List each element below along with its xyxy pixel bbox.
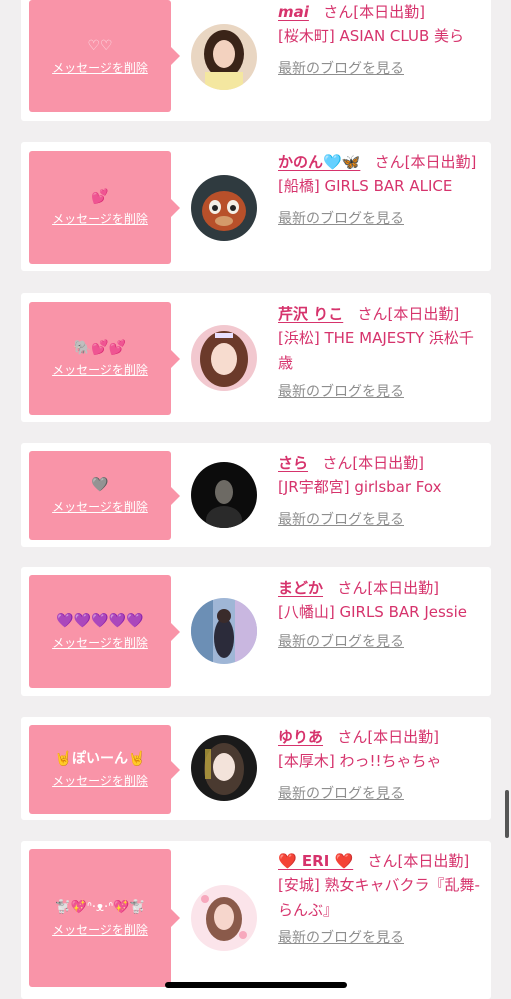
latest-blog-link[interactable]: 最新のブログを見る: [278, 927, 488, 947]
shop-name: [本厚木] わっ!!ちゃちゃ: [278, 752, 442, 770]
avatar-image: [191, 24, 257, 90]
avatar[interactable]: [191, 24, 257, 90]
latest-blog-link[interactable]: 最新のブログを見る: [278, 509, 488, 529]
delete-message-link[interactable]: メッセージを削除: [52, 921, 148, 938]
message-text: 🤘ぽいーん🤘: [54, 751, 146, 767]
shop-name: [桜木町] ASIAN CLUB 美ら: [278, 27, 465, 45]
attendance-status: さん[本日出勤]: [357, 305, 460, 323]
card-info: mai さん[本日出勤] [桜木町] ASIAN CLUB 美ら 最新のブログを…: [278, 0, 488, 78]
avatar[interactable]: [191, 325, 257, 391]
message-bubble: 🩶 メッセージを削除: [29, 451, 180, 540]
attendance-status: さん[本日出勤]: [337, 728, 440, 746]
message-text: ♡♡: [87, 37, 113, 54]
message-text: 💜💜💜💜💜: [56, 613, 144, 629]
avatar-image: [191, 735, 257, 801]
card-info: 芹沢 りこ さん[本日出勤] [浜松] THE MAJESTY 浜松千歳 最新の…: [278, 302, 488, 401]
home-indicator[interactable]: [165, 982, 347, 988]
avatar-image: [191, 462, 257, 528]
girl-name-link[interactable]: かのん🩵🦋: [278, 153, 360, 171]
avatar-image: [191, 598, 257, 664]
avatar-image: [191, 175, 257, 241]
attendance-status: さん[本日出勤]: [322, 454, 425, 472]
message-text: 💕: [91, 189, 109, 205]
card-info: ゆりあ さん[本日出勤] [本厚木] わっ!!ちゃちゃ 最新のブログを見る: [278, 725, 488, 803]
girl-name-link[interactable]: 芹沢 りこ: [278, 305, 343, 323]
message-bubble: ♡♡ メッセージを削除: [29, 0, 180, 112]
avatar[interactable]: [191, 462, 257, 528]
message-card: 🩶 メッセージを削除 さら さん[本日出勤] [JR宇都宮] girlsbar …: [21, 443, 491, 547]
message-card: 🤘ぽいーん🤘 メッセージを削除 ゆりあ さん[本日出勤] [本厚木] わっ!!ち…: [21, 717, 491, 820]
delete-message-link[interactable]: メッセージを削除: [52, 498, 148, 515]
avatar-image: [191, 325, 257, 391]
girl-name-link[interactable]: さら: [278, 454, 308, 472]
card-info: かのん🩵🦋 さん[本日出勤] [船橋] GIRLS BAR ALICE 最新のブ…: [278, 150, 488, 228]
girl-name-link[interactable]: ❤️ ERI ❤️: [278, 852, 353, 870]
delete-message-link[interactable]: メッセージを削除: [52, 634, 148, 651]
latest-blog-link[interactable]: 最新のブログを見る: [278, 381, 488, 401]
delete-message-link[interactable]: メッセージを削除: [52, 59, 148, 76]
shop-name: [八幡山] GIRLS BAR Jessie: [278, 603, 468, 621]
latest-blog-link[interactable]: 最新のブログを見る: [278, 208, 488, 228]
avatar[interactable]: [191, 735, 257, 801]
card-info: ❤️ ERI ❤️ さん[本日出勤] [安城] 熟女キャバクラ『乱舞-らんぶ』 …: [278, 849, 488, 947]
card-info: さら さん[本日出勤] [JR宇都宮] girlsbar Fox 最新のブログを…: [278, 451, 488, 529]
message-bubble: 💜💜💜💜💜 メッセージを削除: [29, 575, 180, 688]
girl-name-link[interactable]: mai: [278, 3, 309, 21]
card-info: まどか さん[本日出勤] [八幡山] GIRLS BAR Jessie 最新のブ…: [278, 576, 488, 651]
message-text: 🐩💖ᐢ·ᴥ·ᐢ💖🐩: [54, 899, 146, 915]
message-bubble: 🐘💕💕 メッセージを削除: [29, 302, 180, 415]
shop-name: [船橋] GIRLS BAR ALICE: [278, 177, 453, 195]
message-card: 💕 メッセージを削除 かのん🩵🦋 さん[本日出勤] [船橋] GIRLS BAR…: [21, 142, 491, 271]
latest-blog-link[interactable]: 最新のブログを見る: [278, 631, 488, 651]
message-card: 🐩💖ᐢ·ᴥ·ᐢ💖🐩 メッセージを削除 ❤️ ERI ❤️ さん[本日出勤] [安…: [21, 841, 491, 999]
message-card: 💜💜💜💜💜 メッセージを削除 まどか さん[本日出勤] [八幡山] GIRLS …: [21, 567, 491, 696]
delete-message-link[interactable]: メッセージを削除: [52, 361, 148, 378]
delete-message-link[interactable]: メッセージを削除: [52, 772, 148, 789]
scrollbar[interactable]: [505, 790, 509, 838]
delete-message-link[interactable]: メッセージを削除: [52, 210, 148, 227]
avatar[interactable]: [191, 598, 257, 664]
avatar[interactable]: [191, 885, 257, 951]
message-card: ♡♡ メッセージを削除 mai さん[本日出勤] [桜木町] ASIAN CLU…: [21, 0, 491, 121]
shop-name: [浜松] THE MAJESTY 浜松千歳: [278, 329, 474, 372]
message-text: 🩶: [91, 477, 109, 493]
message-text: 🐘💕💕: [73, 340, 127, 356]
attendance-status: さん[本日出勤]: [367, 852, 470, 870]
message-bubble: 💕 メッセージを削除: [29, 151, 180, 264]
shop-name: [JR宇都宮] girlsbar Fox: [278, 478, 442, 496]
latest-blog-link[interactable]: 最新のブログを見る: [278, 783, 488, 803]
girl-name-link[interactable]: ゆりあ: [278, 728, 323, 746]
avatar-image: [191, 885, 257, 951]
avatar[interactable]: [191, 175, 257, 241]
message-bubble: 🐩💖ᐢ·ᴥ·ᐢ💖🐩 メッセージを削除: [29, 849, 180, 987]
attendance-status: さん[本日出勤]: [323, 3, 425, 21]
girl-name-link[interactable]: まどか: [278, 579, 323, 597]
latest-blog-link[interactable]: 最新のブログを見る: [278, 58, 488, 78]
shop-name: [安城] 熟女キャバクラ『乱舞-らんぶ』: [278, 876, 480, 919]
message-bubble: 🤘ぽいーん🤘 メッセージを削除: [29, 725, 180, 814]
attendance-status: さん[本日出勤]: [337, 579, 440, 597]
attendance-status: さん[本日出勤]: [374, 153, 477, 171]
message-card: 🐘💕💕 メッセージを削除 芹沢 りこ さん[本日出勤] [浜松] THE MAJ…: [21, 293, 491, 422]
